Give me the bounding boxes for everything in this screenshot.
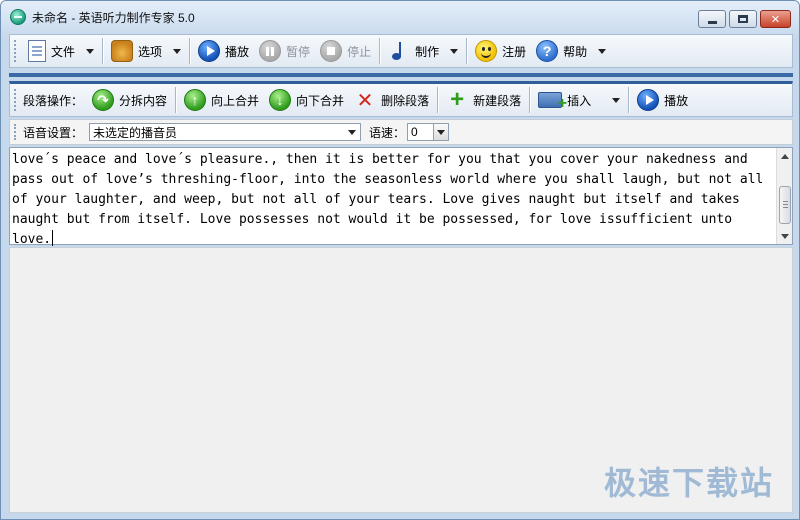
insert-label: 插入 (567, 93, 592, 108)
watermark-text: 极速下载站 (603, 465, 774, 501)
minimize-icon (707, 20, 717, 24)
music-note-icon (388, 40, 410, 62)
merge-up-button[interactable]: ↑ 向上合并 (179, 86, 264, 114)
chevron-down-icon (86, 48, 95, 54)
new-paragraph-button[interactable]: + 新建段落 (441, 86, 526, 114)
arrow-up-icon: ↑ (184, 89, 207, 111)
title-bar: 未命名 - 英语听力制作专家 5.0 ✕ (1, 1, 799, 33)
split-label: 分拆内容 (119, 93, 168, 108)
chevron-down-icon (433, 123, 450, 141)
editor-content[interactable]: love´s peace and love´s pleasure., then … (12, 150, 776, 250)
toolbar-separator (379, 38, 381, 64)
register-button[interactable]: 注册 (470, 37, 531, 65)
toolbar-separator (466, 38, 468, 64)
file-label: 文件 (51, 44, 76, 59)
paragraph-play-label: 播放 (664, 93, 689, 108)
document-icon (28, 40, 46, 62)
chevron-down-icon (173, 48, 182, 54)
insert-icon (538, 92, 567, 113)
stop-button[interactable]: 停止 (315, 37, 376, 65)
maximize-button[interactable] (729, 10, 757, 28)
paragraph-play-button[interactable]: 播放 (632, 86, 693, 114)
voice-settings-bar: 语音设置： 未选定的播音员 语速： 0 (9, 119, 793, 145)
toolbar-grip[interactable] (14, 40, 17, 62)
pause-button[interactable]: 暂停 (254, 37, 315, 65)
delete-x-icon: ✕ (356, 89, 374, 112)
play-icon (198, 40, 221, 62)
help-menu-button[interactable]: ? 帮助 (531, 37, 611, 65)
voice-settings-label: 语音设置： (23, 125, 84, 140)
speed-label: 语速： (369, 125, 406, 140)
new-label: 新建段落 (473, 93, 522, 108)
toolbar-separator (102, 38, 104, 64)
arrow-down-icon: ↓ (269, 89, 292, 111)
speaker-select[interactable]: 未选定的播音员 (89, 123, 362, 141)
merge-down-label: 向下合并 (296, 93, 345, 108)
toolbar-divider (9, 73, 793, 77)
paragraph-ops-label: 段落操作： (23, 93, 84, 108)
window-title: 未命名 - 英语听力制作专家 5.0 (32, 10, 195, 25)
question-icon: ? (536, 40, 559, 62)
split-arrow-icon: ↷ (92, 89, 115, 111)
merge-up-label: 向上合并 (211, 93, 260, 108)
maximize-icon (738, 15, 748, 23)
toolbar-separator (189, 38, 191, 64)
stop-icon (320, 40, 343, 62)
delete-paragraph-button[interactable]: ✕ 删除段落 (349, 86, 434, 114)
smiley-icon (475, 40, 498, 62)
delete-label: 删除段落 (381, 93, 430, 108)
file-menu-button[interactable]: 文件 (23, 37, 99, 65)
text-editor[interactable]: love´s peace and love´s pleasure., then … (9, 147, 793, 247)
options-menu-button[interactable]: 选项 (106, 37, 186, 65)
gear-icon (111, 40, 134, 62)
chevron-down-icon (612, 97, 621, 103)
stop-label: 停止 (347, 44, 372, 59)
scroll-thumb[interactable] (779, 186, 791, 224)
chevron-down-icon (450, 48, 459, 54)
make-label: 制作 (415, 44, 440, 59)
close-button[interactable]: ✕ (760, 10, 791, 28)
paragraph-list-area: 极速下载站 (9, 247, 793, 513)
editor-text: love´s peace and love´s pleasure., then … (12, 152, 772, 247)
speed-select[interactable]: 0 (407, 123, 450, 141)
paragraph-toolbar: 段落操作： ↷ 分拆内容 ↑ 向上合并 ↓ 向下合并 ✕ 删除段落 + 新建段落… (9, 81, 793, 117)
toolbar-separator (628, 87, 630, 113)
plus-icon: + (450, 86, 465, 113)
chevron-down-icon (598, 48, 607, 54)
make-menu-button[interactable]: 制作 (383, 37, 463, 65)
options-label: 选项 (138, 44, 163, 59)
play-button[interactable]: 播放 (193, 37, 254, 65)
speed-value: 0 (411, 125, 418, 139)
toolbar-grip[interactable] (14, 89, 17, 111)
help-label: 帮助 (563, 44, 588, 59)
toolbar-separator (437, 87, 439, 113)
app-globe-icon (10, 9, 26, 25)
toolbar-separator (529, 87, 531, 113)
text-cursor (52, 230, 54, 246)
pause-label: 暂停 (286, 44, 311, 59)
merge-down-button[interactable]: ↓ 向下合并 (264, 86, 349, 114)
chevron-down-icon (344, 124, 360, 140)
toolbar-separator (175, 87, 177, 113)
play-icon (637, 89, 660, 111)
close-icon: ✕ (770, 13, 781, 26)
insert-menu-button[interactable]: 插入 (533, 86, 625, 114)
minimize-button[interactable] (698, 10, 726, 28)
scroll-down-icon[interactable] (777, 228, 793, 244)
play-label: 播放 (225, 44, 250, 59)
speaker-value: 未选定的播音员 (93, 125, 178, 140)
split-content-button[interactable]: ↷ 分拆内容 (87, 86, 172, 114)
main-toolbar: 文件 选项 播放 暂停 停止 制作 注册 ? 帮助 (9, 34, 793, 68)
editor-scrollbar[interactable] (776, 148, 792, 244)
register-label: 注册 (502, 44, 527, 59)
app-window: 未命名 - 英语听力制作专家 5.0 ✕ 文件 选项 播放 暂停 停止 制作 注… (0, 0, 800, 520)
pause-icon (259, 40, 282, 62)
toolbar-grip[interactable] (14, 124, 17, 140)
scroll-up-icon[interactable] (777, 148, 793, 164)
window-controls: ✕ (698, 10, 791, 28)
